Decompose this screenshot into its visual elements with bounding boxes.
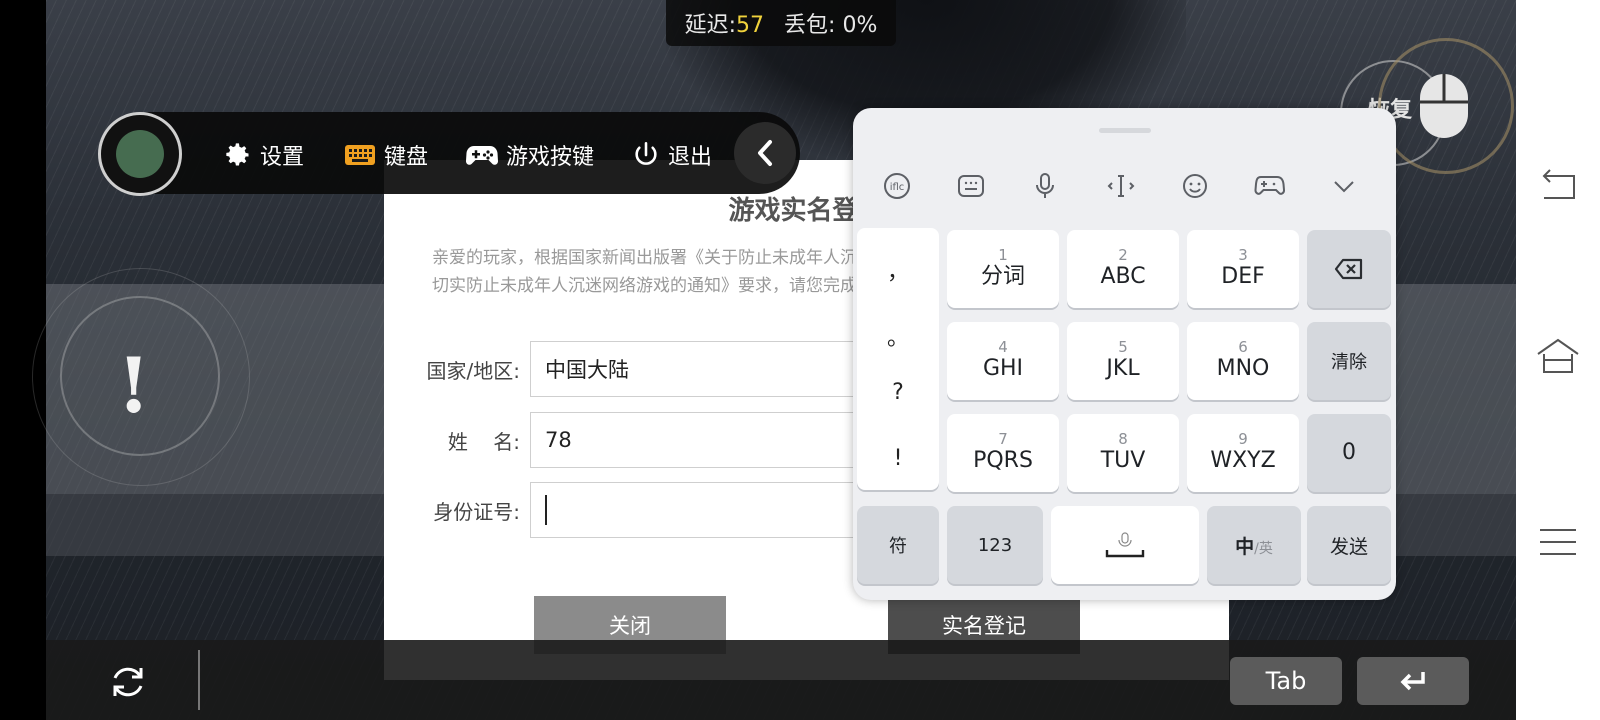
game-keys-button[interactable]: 游戏按键	[466, 138, 594, 172]
emoji-icon[interactable]	[1175, 166, 1215, 206]
ime-logo-icon[interactable]: iflc	[877, 166, 917, 206]
gear-icon	[226, 143, 249, 166]
keyboard-drag-handle[interactable]	[1099, 128, 1151, 133]
menu-icon[interactable]	[1534, 522, 1582, 562]
chevron-down-icon[interactable]	[1324, 166, 1364, 206]
key-7[interactable]: 7 PQRS	[947, 414, 1059, 492]
space-mic-icon	[1105, 532, 1145, 558]
send-key[interactable]: 发送	[1307, 506, 1391, 584]
symbol-column[interactable]: ， 。 ? !	[857, 228, 939, 490]
enter-icon	[1400, 672, 1425, 691]
tab-key[interactable]: Tab	[1230, 657, 1342, 705]
region-label: 国家/地区:	[426, 358, 520, 383]
game-mode-icon[interactable]	[1249, 166, 1289, 206]
keyboard-button[interactable]: 键盘	[344, 138, 428, 172]
latency-stat: 延迟:57	[684, 13, 765, 38]
clear-key[interactable]: 清除	[1307, 322, 1391, 400]
symbol-key[interactable]: 符	[857, 506, 939, 584]
exit-label: 退出	[668, 145, 713, 170]
back-icon[interactable]	[1534, 168, 1582, 208]
network-stats: 延迟:57 丢包: 0%	[666, 0, 896, 46]
gamepad-icon	[466, 146, 498, 165]
exit-button[interactable]: 退出	[632, 138, 712, 172]
symbol-period[interactable]: 。	[857, 320, 939, 352]
key-2[interactable]: 2 ABC	[1067, 230, 1179, 308]
packet-loss-stat: 丢包: 0%	[784, 13, 878, 38]
cursor-move-icon[interactable]	[1101, 166, 1141, 206]
symbol-exclamation[interactable]: !	[857, 446, 939, 471]
packet-loss-value: 0%	[842, 13, 878, 38]
number-mode-key[interactable]: 123	[947, 506, 1043, 584]
game-keys-label: 游戏按键	[506, 145, 595, 170]
collapse-toolbar-button[interactable]	[734, 122, 796, 184]
settings-label: 设置	[260, 145, 305, 170]
backspace-icon	[1334, 258, 1363, 280]
key-1[interactable]: 1 分词	[947, 230, 1059, 308]
enter-key[interactable]	[1357, 657, 1469, 705]
key-8[interactable]: 8 TUV	[1067, 414, 1179, 492]
soft-keyboard: iflc ， 。 ? ! 1 分词 2 ABC 3 DEF 4 GHI 5 JKL 6 MN…	[853, 108, 1396, 600]
keyboard-label: 键盘	[384, 145, 429, 170]
settings-button[interactable]: 设置	[224, 138, 304, 172]
key-4[interactable]: 4 GHI	[947, 322, 1059, 400]
latency-value: 57	[736, 13, 765, 38]
id-number-label: 身份证号:	[433, 499, 520, 524]
symbol-comma[interactable]: ，	[857, 254, 939, 286]
refresh-icon[interactable]	[108, 662, 148, 702]
divider	[198, 650, 200, 710]
alert-icon: !	[117, 341, 151, 430]
power-icon	[635, 142, 657, 165]
keyboard-layout-icon[interactable]	[951, 166, 991, 206]
backspace-key[interactable]	[1307, 230, 1391, 308]
key-5[interactable]: 5 JKL	[1067, 322, 1179, 400]
key-3[interactable]: 3 DEF	[1187, 230, 1299, 308]
home-icon[interactable]	[1534, 336, 1582, 376]
space-key[interactable]	[1051, 506, 1199, 584]
mouse-icon[interactable]	[1416, 72, 1472, 140]
svg-text:iflc: iflc	[890, 182, 905, 193]
microphone-icon[interactable]	[1025, 166, 1065, 206]
key-9[interactable]: 9 WXYZ	[1187, 414, 1299, 492]
floating-ball[interactable]	[98, 112, 182, 196]
keyboard-icon	[345, 145, 375, 165]
key-6[interactable]: 6 MNO	[1187, 322, 1299, 400]
name-label: 姓 名:	[447, 429, 520, 454]
symbol-question[interactable]: ?	[857, 380, 939, 405]
key-0[interactable]: 0	[1307, 414, 1391, 492]
system-nav-bar	[1516, 0, 1600, 720]
chevron-left-icon	[758, 140, 772, 166]
language-switch-key[interactable]: 中/英	[1207, 506, 1301, 584]
text-caret	[545, 495, 547, 525]
